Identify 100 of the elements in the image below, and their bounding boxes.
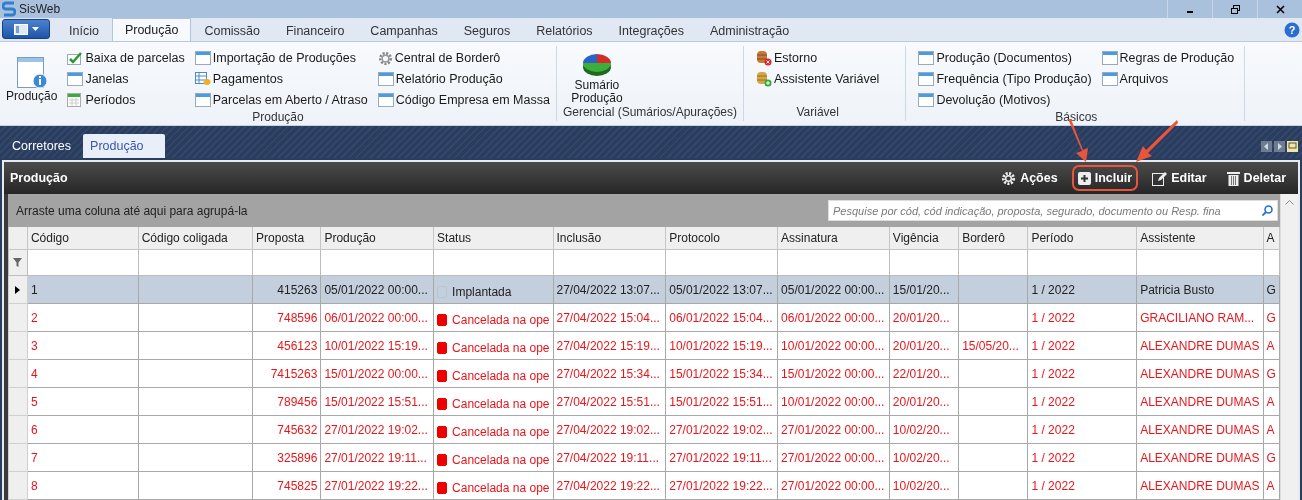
table-cell: 20/01/20... — [889, 303, 959, 332]
document-tab[interactable]: Produção — [83, 134, 166, 158]
group-by-hint: Arraste uma coluna até aqui para agrupá-la — [16, 203, 248, 218]
table-cell: 10/01/2022 00:00... — [777, 387, 890, 416]
ribbon-item[interactable]: Períodos — [65, 90, 187, 110]
table-cell: 7 — [27, 443, 139, 472]
table-cell: Cancelada na ope — [433, 331, 553, 360]
table-cell: 15/01/2022 15:34... — [665, 359, 778, 388]
table-cell: 325896 — [252, 443, 321, 472]
table-cell: 4 — [27, 359, 139, 388]
table-cell: 2 — [27, 303, 139, 332]
ribbon-item[interactable]: Central de Borderô — [375, 48, 552, 68]
ribbon-tab[interactable]: Seguros — [450, 19, 524, 41]
ribbon-tab[interactable]: Produção — [111, 18, 192, 41]
table-cell: 27/01/2022 00:00... — [777, 471, 890, 500]
table-cell: 456123 — [252, 331, 321, 360]
column-header[interactable]: Código — [27, 227, 139, 250]
column-header[interactable]: Produção — [320, 227, 434, 250]
table-cell: 05/01/2022 00:00... — [320, 275, 434, 304]
toolbar-button[interactable]: Editar — [1146, 165, 1213, 191]
large-ribbon-button[interactable]: Sumário Produção — [562, 48, 631, 105]
column-header[interactable]: Código coligada — [138, 227, 253, 250]
table-cell: 415263 — [252, 275, 321, 304]
ribbon-item[interactable]: Pagamentos — [192, 69, 370, 89]
ribbon-item[interactable]: Estorno — [754, 48, 882, 68]
table-cell: 1 / 2022 — [1027, 471, 1137, 500]
table-cell: ALEXANDRE DUMAS — [1136, 471, 1264, 500]
document-tab[interactable]: Corretores — [4, 134, 80, 158]
column-header[interactable]: Período — [1027, 227, 1137, 250]
column-header[interactable]: Protocolo — [665, 227, 778, 250]
table-cell: 6 — [27, 415, 139, 444]
table-cell: Cancelada na ope — [433, 443, 553, 472]
table-cell: 06/01/2022 00:00... — [777, 303, 890, 332]
ribbon-item[interactable]: Produção (Documentos) — [916, 48, 1094, 68]
table-cell: 7415263 — [252, 359, 321, 388]
table-cell: ALEXANDRE DUMAS — [1136, 415, 1264, 444]
ribbon-tab[interactable]: Início — [56, 19, 112, 41]
table-cell: 15/01/2022 15:51... — [320, 387, 434, 416]
panel-title: Produção — [10, 171, 68, 185]
table-cell: 789456 — [252, 387, 321, 416]
toolbar-button[interactable]: Incluir — [1071, 165, 1139, 191]
ribbon-item[interactable]: Importação de Produções — [192, 48, 370, 68]
table-cell: 27/04/2022 19:22... — [553, 471, 666, 500]
table-cell: A — [1263, 387, 1280, 416]
ribbon-item[interactable]: Regras de Produção — [1099, 48, 1237, 68]
table-cell: GRACILIANO RAM... — [1136, 303, 1264, 332]
table-cell: 27/01/2022 19:22... — [320, 471, 434, 500]
column-header[interactable]: Status — [433, 227, 553, 250]
table-cell: ALEXANDRE DUMAS — [1136, 443, 1264, 472]
ribbon-item[interactable]: Arquivos — [1099, 69, 1237, 89]
ribbon-item[interactable]: Código Empresa em Massa — [375, 90, 552, 110]
ribbon-group-label: Variável — [795, 105, 840, 121]
column-header[interactable]: Proposta — [252, 227, 321, 250]
column-header[interactable]: Assinatura — [777, 227, 890, 250]
column-header[interactable]: Inclusão — [553, 227, 666, 250]
window-title: SisWeb — [19, 2, 61, 16]
table-cell: 27/04/2022 15:51... — [553, 387, 666, 416]
table-cell: Cancelada na ope — [433, 303, 553, 332]
ribbon-item[interactable]: Janelas — [65, 69, 187, 89]
column-header[interactable]: Vigência — [889, 227, 959, 250]
ribbon-item[interactable]: Baixa de parcelas — [65, 48, 187, 68]
ribbon-item[interactable]: Assistente Variável — [754, 69, 882, 89]
ribbon-tab[interactable]: Integrações — [605, 19, 697, 41]
table-cell: 27/01/2022 19:02... — [665, 415, 778, 444]
table-cell: ALEXANDRE DUMAS — [1136, 387, 1264, 416]
ribbon-item[interactable]: Parcelas em Aberto / Atraso — [192, 90, 370, 110]
table-cell: 22/01/20... — [889, 359, 959, 388]
table-cell: Cancelada na ope — [433, 471, 553, 500]
table-cell: 27/01/2022 19:11... — [665, 443, 778, 472]
ribbon-item[interactable]: Frequência (Tipo Produção) — [916, 69, 1094, 89]
table-cell: 10/01/2022 00:00... — [777, 331, 890, 360]
toolbar-button[interactable]: Deletar — [1220, 165, 1292, 191]
help-icon[interactable]: ? — [1284, 21, 1300, 38]
table-cell: 5 — [27, 387, 139, 416]
table-cell: 27/01/2022 00:00... — [777, 415, 890, 444]
table-cell: 15/01/2022 00:00... — [320, 359, 434, 388]
table-cell: 15/05/20... — [958, 331, 1028, 360]
ribbon-tab[interactable]: Relatórios — [523, 19, 606, 41]
table-cell: 27/01/2022 19:02... — [320, 415, 434, 444]
column-header[interactable]: Assistente — [1136, 227, 1264, 250]
ribbon-tab[interactable]: Financeiro — [273, 19, 358, 41]
table-cell: 10/01/2022 15:19... — [320, 331, 434, 360]
table-cell: 745825 — [252, 471, 321, 500]
ribbon-tab[interactable]: Administração — [696, 19, 803, 41]
table-cell: 1 / 2022 — [1027, 303, 1137, 332]
large-ribbon-button[interactable]: Produção — [4, 48, 60, 110]
table-cell: 10/02/20... — [889, 443, 959, 472]
table-cell: 27/04/2022 13:07... — [553, 275, 666, 304]
table-cell: Patricia Busto — [1136, 275, 1264, 304]
ribbon-tab[interactable]: Comissão — [191, 19, 273, 41]
ribbon-item[interactable]: Relatório Produção — [375, 69, 552, 89]
search-field[interactable]: Pesquise por cód, cód indicação, proposta, segurado, documento ou Resp. fina — [828, 200, 1278, 221]
column-header[interactable]: Borderô — [958, 227, 1028, 250]
table-cell: 10/02/20... — [889, 471, 959, 500]
table-cell: 15/01/2022 15:51... — [665, 387, 778, 416]
table-cell: 10/02/20... — [889, 415, 959, 444]
ribbon-item[interactable]: Devolução (Motivos) — [916, 90, 1094, 110]
ribbon-tab[interactable]: Campanhas — [357, 19, 451, 41]
table-cell: 27/04/2022 15:19... — [553, 331, 666, 360]
toolbar-button[interactable]: Ações — [995, 165, 1064, 191]
